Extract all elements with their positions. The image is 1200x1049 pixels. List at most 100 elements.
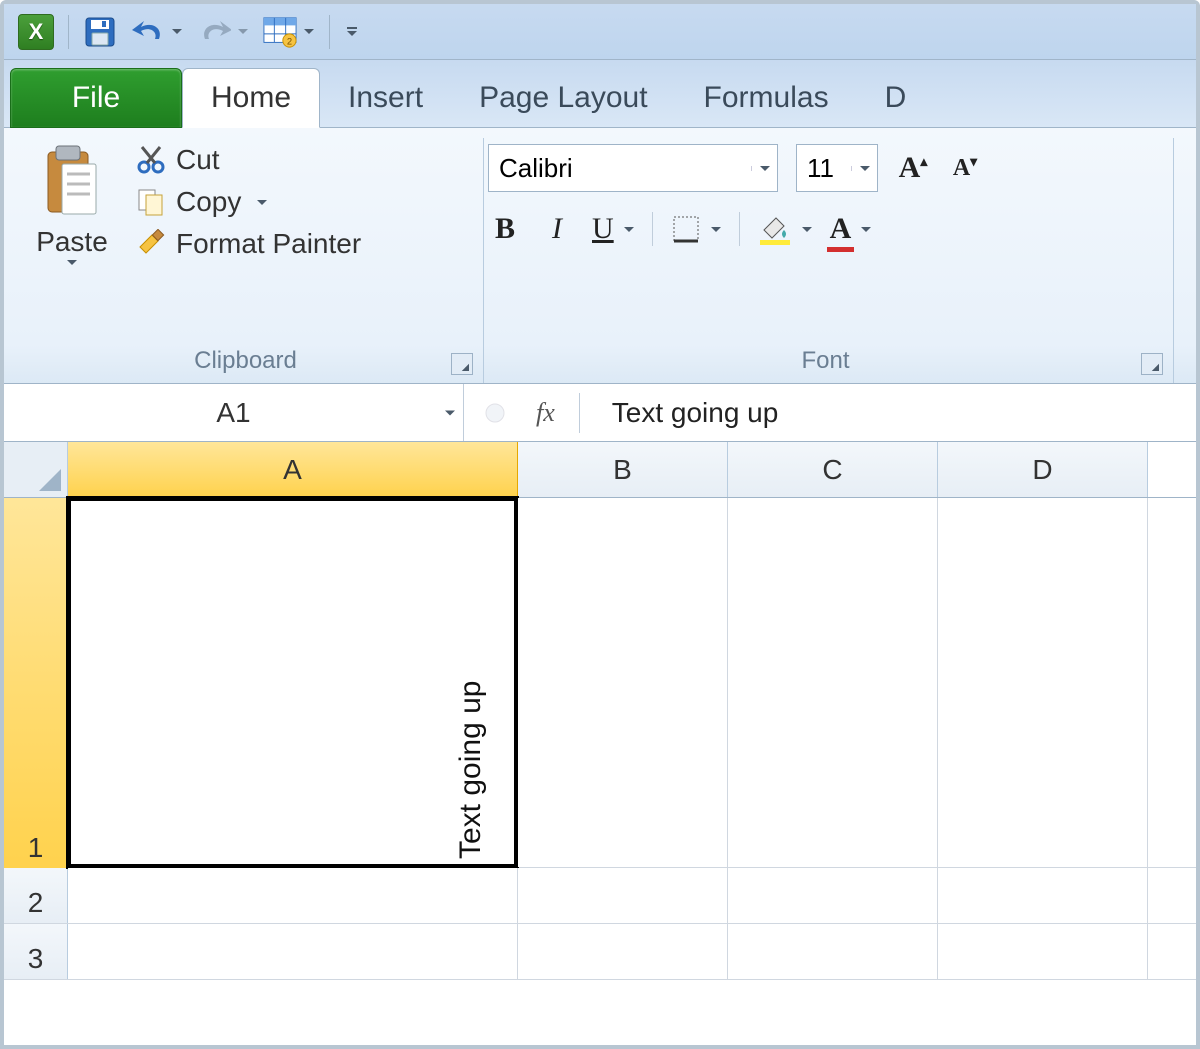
table-icon: 2 bbox=[263, 16, 297, 48]
row-header-3[interactable]: 3 bbox=[4, 924, 68, 979]
font-color-dropdown[interactable] bbox=[861, 227, 871, 232]
name-box-dropdown[interactable] bbox=[445, 410, 455, 415]
qat-separator bbox=[329, 15, 330, 49]
fill-color-dropdown[interactable] bbox=[802, 227, 812, 232]
row-header-1-label: 1 bbox=[28, 832, 44, 864]
formula-bar: A1 fx Text going up bbox=[4, 384, 1196, 442]
tab-formulas[interactable]: Formulas bbox=[676, 68, 857, 128]
paste-dropdown[interactable] bbox=[67, 260, 77, 265]
font-row-1: Calibri 11 A▴ A▾ bbox=[488, 144, 1163, 192]
x-circle-icon bbox=[485, 403, 505, 423]
clipboard-dialog-launcher[interactable] bbox=[451, 353, 473, 375]
copy-button[interactable]: Copy bbox=[136, 186, 361, 218]
row-header-2[interactable]: 2 bbox=[4, 868, 68, 923]
ribbon-tabs: File Home Insert Page Layout Formulas D bbox=[4, 60, 1196, 128]
font-group-title: Font bbox=[488, 345, 1163, 379]
quick-access-toolbar: X bbox=[4, 4, 1196, 60]
italic-button[interactable]: I bbox=[540, 212, 574, 246]
cell-a3[interactable] bbox=[68, 924, 518, 979]
cell-d3[interactable] bbox=[938, 924, 1148, 979]
font-name-combo[interactable]: Calibri bbox=[488, 144, 778, 192]
worksheet-grid[interactable]: A B C D 1 Text going up 2 bbox=[4, 442, 1196, 1045]
font-size-value: 11 bbox=[797, 153, 851, 184]
tab-insert[interactable]: Insert bbox=[320, 68, 451, 128]
row-header-3-label: 3 bbox=[28, 943, 44, 975]
chevron-down-icon bbox=[760, 166, 770, 171]
font-group: Calibri 11 A▴ A▾ B I bbox=[484, 138, 1174, 383]
decrease-font-icon: A▾ bbox=[953, 154, 977, 182]
column-header-a[interactable]: A bbox=[68, 442, 518, 497]
cell-c2[interactable] bbox=[728, 868, 938, 923]
save-icon bbox=[83, 15, 117, 49]
chevron-down-icon bbox=[257, 200, 267, 205]
cell-a2[interactable] bbox=[68, 868, 518, 923]
undo-dropdown[interactable] bbox=[171, 15, 183, 49]
cell-d1[interactable] bbox=[938, 498, 1148, 867]
italic-label: I bbox=[552, 212, 562, 246]
cell-d2[interactable] bbox=[938, 868, 1148, 923]
font-row-2: B I U bbox=[488, 212, 1163, 246]
decrease-font-button[interactable]: A▾ bbox=[948, 154, 982, 182]
select-all-button[interactable] bbox=[4, 442, 68, 497]
redo-button[interactable] bbox=[197, 15, 231, 49]
column-header-c[interactable]: C bbox=[728, 442, 938, 497]
cell-c3[interactable] bbox=[728, 924, 938, 979]
font-color-icon: A bbox=[830, 212, 852, 246]
undo-icon bbox=[131, 17, 165, 47]
ribbon: Paste Cut bbox=[4, 128, 1196, 384]
cell-b3[interactable] bbox=[518, 924, 728, 979]
tab-home[interactable]: Home bbox=[182, 68, 320, 128]
customize-qat-button[interactable] bbox=[344, 15, 360, 49]
qat-separator bbox=[68, 15, 69, 49]
bold-button[interactable]: B bbox=[488, 212, 522, 246]
underline-button[interactable]: U bbox=[592, 212, 634, 246]
format-painter-label: Format Painter bbox=[176, 228, 361, 260]
font-dialog-launcher[interactable] bbox=[1141, 353, 1163, 375]
tab-data-partial[interactable]: D bbox=[857, 68, 935, 128]
paste-label: Paste bbox=[36, 226, 108, 258]
save-button[interactable] bbox=[83, 15, 117, 49]
font-color-button[interactable]: A bbox=[830, 212, 872, 246]
column-header-d[interactable]: D bbox=[938, 442, 1148, 497]
borders-dropdown[interactable] bbox=[711, 227, 721, 232]
formula-content[interactable]: Text going up bbox=[604, 397, 779, 429]
cell-a1-text: Text going up bbox=[454, 681, 488, 859]
redo-dropdown[interactable] bbox=[237, 15, 249, 49]
fill-color-button[interactable] bbox=[758, 212, 812, 246]
tab-page-layout[interactable]: Page Layout bbox=[451, 68, 675, 128]
table-dropdown[interactable] bbox=[303, 15, 315, 49]
font-size-combo[interactable]: 11 bbox=[796, 144, 878, 192]
fx-button[interactable]: fx bbox=[536, 398, 555, 428]
font-name-caret[interactable] bbox=[751, 166, 777, 171]
chevron-down-icon bbox=[445, 410, 455, 415]
format-painter-button[interactable]: Format Painter bbox=[136, 228, 361, 260]
fx-label-text: fx bbox=[536, 398, 555, 427]
column-header-a-label: A bbox=[283, 454, 302, 486]
underline-dropdown[interactable] bbox=[624, 227, 634, 232]
increase-font-button[interactable]: A▴ bbox=[896, 151, 930, 185]
tab-page-layout-label: Page Layout bbox=[479, 81, 647, 115]
row-header-1[interactable]: 1 bbox=[4, 498, 68, 868]
chevron-down-icon bbox=[238, 29, 248, 34]
copy-dropdown[interactable] bbox=[257, 200, 267, 205]
borders-button[interactable] bbox=[671, 214, 721, 244]
tab-file[interactable]: File bbox=[10, 68, 182, 128]
column-header-b[interactable]: B bbox=[518, 442, 728, 497]
column-header-d-label: D bbox=[1032, 454, 1052, 486]
name-box[interactable]: A1 bbox=[4, 384, 464, 441]
cut-button[interactable]: Cut bbox=[136, 144, 361, 176]
cancel-formula-button[interactable] bbox=[478, 396, 512, 430]
copy-icon bbox=[136, 187, 166, 217]
excel-logo-icon[interactable]: X bbox=[18, 14, 54, 50]
formula-separator bbox=[579, 393, 580, 433]
table-button[interactable]: 2 bbox=[263, 15, 297, 49]
cell-c1[interactable] bbox=[728, 498, 938, 867]
cell-b2[interactable] bbox=[518, 868, 728, 923]
font-size-caret[interactable] bbox=[851, 166, 877, 171]
undo-button[interactable] bbox=[131, 15, 165, 49]
paste-button[interactable]: Paste bbox=[18, 138, 126, 345]
cell-a1[interactable]: Text going up bbox=[68, 498, 518, 867]
clipboard-group-title-text: Clipboard bbox=[194, 347, 297, 374]
tab-file-label: File bbox=[72, 81, 120, 115]
cell-b1[interactable] bbox=[518, 498, 728, 867]
